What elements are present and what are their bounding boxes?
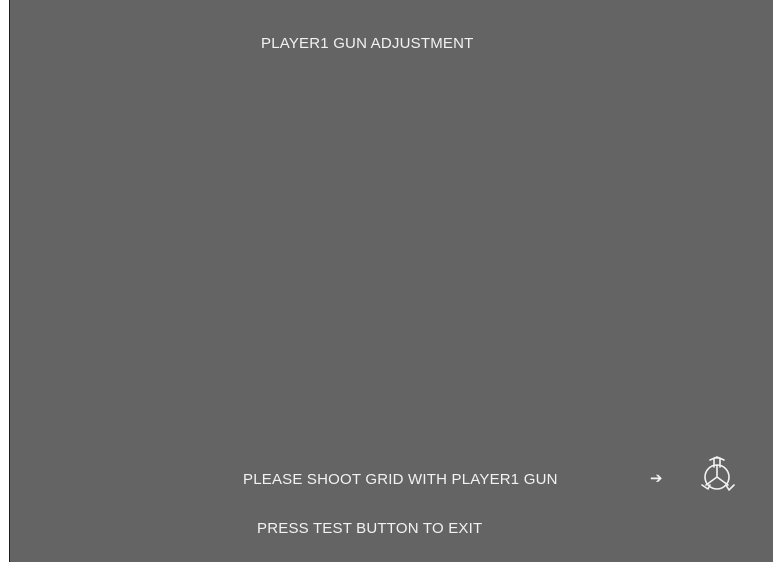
gun-target-icon	[701, 456, 735, 491]
arrow-right-icon: ➔	[650, 469, 663, 487]
test-mode-screen: PLAYER1 GUN ADJUSTMENT PLEASE SHOOT GRID…	[9, 0, 773, 562]
exit-instruction: PRESS TEST BUTTON TO EXIT	[257, 520, 483, 537]
screen-title: PLAYER1 GUN ADJUSTMENT	[261, 35, 474, 52]
shoot-grid-instruction: PLEASE SHOOT GRID WITH PLAYER1 GUN	[243, 471, 558, 488]
